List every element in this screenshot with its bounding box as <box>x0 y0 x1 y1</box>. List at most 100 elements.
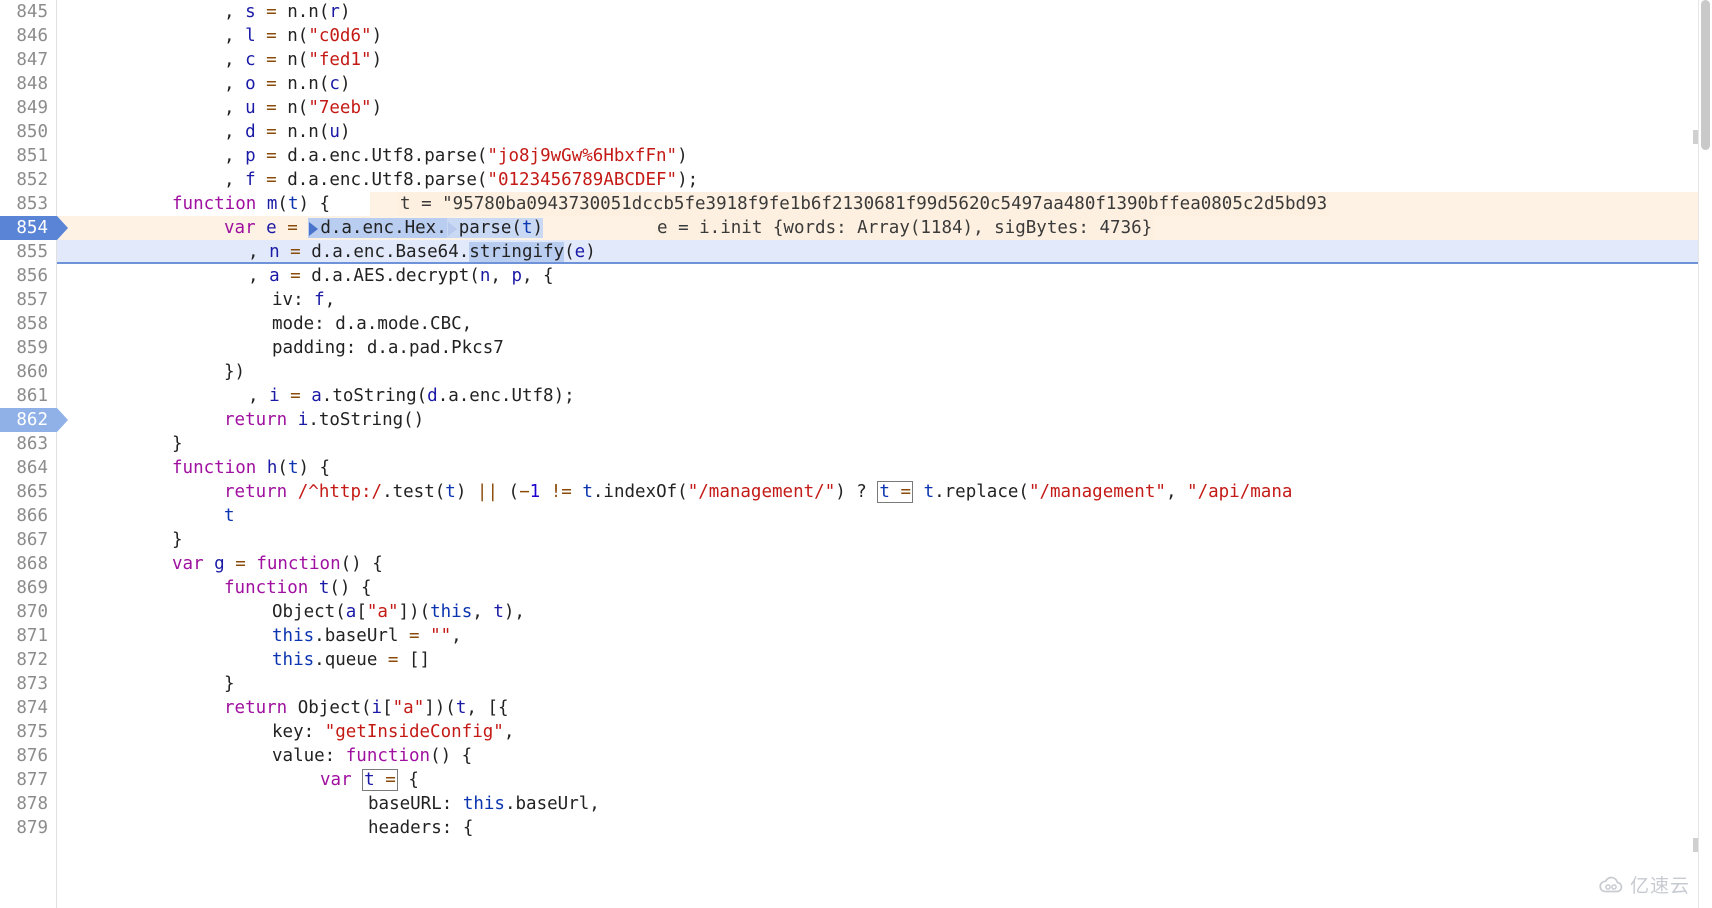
code-line[interactable]: 874 return Object(i["a"])(t, [{ <box>0 696 1712 720</box>
line-content: , p = d.a.enc.Utf8.parse("jo8j9wGw%6Hbxf… <box>224 146 688 166</box>
line-content: , o = n.n(c) <box>224 74 351 94</box>
code-line[interactable]: 857 iv: f, <box>0 288 1712 312</box>
line-content: var e = d.a.enc.Hex. parse(t) <box>224 218 544 238</box>
code-editor-pane[interactable]: 845 , s = n.n(r) 846 , l = n("c0d6") 847… <box>0 0 1712 908</box>
chevron-right-icon[interactable] <box>308 222 320 236</box>
line-number[interactable]: 862 <box>0 408 48 432</box>
code-line[interactable]: 850 , d = n.n(u) <box>0 120 1712 144</box>
chevron-right-icon-secondary[interactable] <box>447 222 459 236</box>
line-content: t <box>224 506 235 526</box>
token-highlight-hex: d.a.enc.Hex. <box>308 218 447 238</box>
code-line[interactable]: 852 , f = d.a.enc.Utf8.parse("0123456789… <box>0 168 1712 192</box>
line-number[interactable]: 879 <box>0 816 48 840</box>
line-number[interactable]: 869 <box>0 576 48 600</box>
line-number[interactable]: 853 <box>0 192 48 216</box>
line-content: , n = d.a.enc.Base64.stringify(e) <box>248 242 596 262</box>
code-line[interactable]: 867 } <box>0 528 1712 552</box>
code-line[interactable]: 863 } <box>0 432 1712 456</box>
code-line[interactable]: 860 }) <box>0 360 1712 384</box>
string-literal-management-to: /api/mana <box>1197 482 1293 502</box>
line-content: key: "getInsideConfig", <box>272 722 515 742</box>
code-line[interactable]: 877 var t = { <box>0 768 1712 792</box>
line-number[interactable]: 850 <box>0 120 48 144</box>
line-number[interactable]: 878 <box>0 792 48 816</box>
line-number[interactable]: 874 <box>0 696 48 720</box>
code-line[interactable]: 847 , c = n("fed1") <box>0 48 1712 72</box>
line-number[interactable]: 873 <box>0 672 48 696</box>
code-line[interactable]: 864 function h(t) { <box>0 456 1712 480</box>
line-content: baseURL: this.baseUrl, <box>368 794 600 814</box>
vertical-scrollbar-thumb[interactable] <box>1701 0 1710 150</box>
line-content: this.queue = [] <box>272 650 431 670</box>
line-number[interactable]: 872 <box>0 648 48 672</box>
code-line[interactable]: 861 , i = a.toString(d.a.enc.Utf8); <box>0 384 1712 408</box>
execution-pointer-marker[interactable]: 854 <box>0 216 70 240</box>
code-line[interactable]: 856 , a = d.a.AES.decrypt(n, p, { <box>0 264 1712 288</box>
line-number[interactable]: 876 <box>0 744 48 768</box>
breakpoint-marker[interactable]: 862 <box>0 408 70 432</box>
line-content: return Object(i["a"])(t, [{ <box>224 698 509 718</box>
line-content: iv: f, <box>272 290 336 310</box>
cloud-icon <box>1598 875 1624 895</box>
code-line-selected[interactable]: 855 , n = d.a.enc.Base64.stringify(e) <box>0 240 1712 264</box>
code-line[interactable]: 858 mode: d.a.mode.CBC, <box>0 312 1712 336</box>
code-content-area[interactable]: 845 , s = n.n(r) 846 , l = n("c0d6") 847… <box>0 0 1712 908</box>
code-line[interactable]: 870 Object(a["a"])(this, t), <box>0 600 1712 624</box>
line-number[interactable]: 852 <box>0 168 48 192</box>
code-line[interactable]: 865 return /^http:/.test(t) || (−1 != t.… <box>0 480 1712 504</box>
line-number[interactable]: 859 <box>0 336 48 360</box>
code-line[interactable]: 848 , o = n.n(c) <box>0 72 1712 96</box>
code-line[interactable]: 853 function m(t) { t = "95780ba09437300… <box>0 192 1712 216</box>
line-content: } <box>172 434 183 454</box>
code-line-paused[interactable]: 854 var e = d.a.enc.Hex. parse(t) e = i.i… <box>0 216 1712 240</box>
code-line[interactable]: 868 var g = function() { <box>0 552 1712 576</box>
code-line[interactable]: 876 value: function() { <box>0 744 1712 768</box>
code-line[interactable]: 859 padding: d.a.pad.Pkcs7 <box>0 336 1712 360</box>
code-line-breakpoint[interactable]: 862 return i.toString() <box>0 408 1712 432</box>
line-number[interactable]: 871 <box>0 624 48 648</box>
code-line[interactable]: 873 } <box>0 672 1712 696</box>
code-line[interactable]: 846 , l = n("c0d6") <box>0 24 1712 48</box>
line-number[interactable]: 847 <box>0 48 48 72</box>
line-number[interactable]: 867 <box>0 528 48 552</box>
string-literal-c0d6: c0d6 <box>318 26 362 46</box>
code-line[interactable]: 872 this.queue = [] <box>0 648 1712 672</box>
line-content: function t() { <box>224 578 372 598</box>
line-number[interactable]: 870 <box>0 600 48 624</box>
line-number[interactable]: 846 <box>0 24 48 48</box>
line-number[interactable]: 868 <box>0 552 48 576</box>
line-number[interactable]: 860 <box>0 360 48 384</box>
code-line[interactable]: 851 , p = d.a.enc.Utf8.parse("jo8j9wGw%6… <box>0 144 1712 168</box>
code-line[interactable]: 878 baseURL: this.baseUrl, <box>0 792 1712 816</box>
code-line[interactable]: 879 headers: { <box>0 816 1712 840</box>
line-number[interactable]: 854 <box>0 216 48 240</box>
line-content: , c = n("fed1") <box>224 50 383 70</box>
line-number[interactable]: 849 <box>0 96 48 120</box>
line-number[interactable]: 845 <box>0 0 48 24</box>
code-line[interactable]: 866 t <box>0 504 1712 528</box>
line-number[interactable]: 875 <box>0 720 48 744</box>
line-content: return /^http:/.test(t) || (−1 != t.inde… <box>224 481 1293 503</box>
code-line[interactable]: 871 this.baseUrl = "", <box>0 624 1712 648</box>
line-content: value: function() { <box>272 746 473 766</box>
token-box-var-t: t = <box>362 769 398 791</box>
line-content: function h(t) { <box>172 458 331 478</box>
token-box-assignment: t = <box>877 481 914 503</box>
line-number[interactable]: 851 <box>0 144 48 168</box>
line-content: function m(t) { <box>172 194 331 214</box>
code-line[interactable]: 845 , s = n.n(r) <box>0 0 1712 24</box>
code-line[interactable]: 875 key: "getInsideConfig", <box>0 720 1712 744</box>
line-number[interactable]: 848 <box>0 72 48 96</box>
line-number[interactable]: 877 <box>0 768 48 792</box>
line-number[interactable]: 861 <box>0 384 48 408</box>
string-literal-aes-key: jo8j9wGw%6HbxfFn <box>497 146 667 166</box>
code-line[interactable]: 869 function t() { <box>0 576 1712 600</box>
inline-evaluation-line-854: e = i.init {words: Array(1184), sigBytes… <box>655 216 1155 240</box>
line-content: var t = { <box>320 769 419 791</box>
string-literal-fed1: fed1 <box>318 50 362 70</box>
selection-bottom-border <box>57 262 1712 264</box>
line-content: , i = a.toString(d.a.enc.Utf8); <box>248 386 575 406</box>
line-content: , s = n.n(r) <box>224 2 351 22</box>
string-literal-aes-iv: 0123456789ABCDEF <box>497 170 667 190</box>
code-line[interactable]: 849 , u = n("7eeb") <box>0 96 1712 120</box>
